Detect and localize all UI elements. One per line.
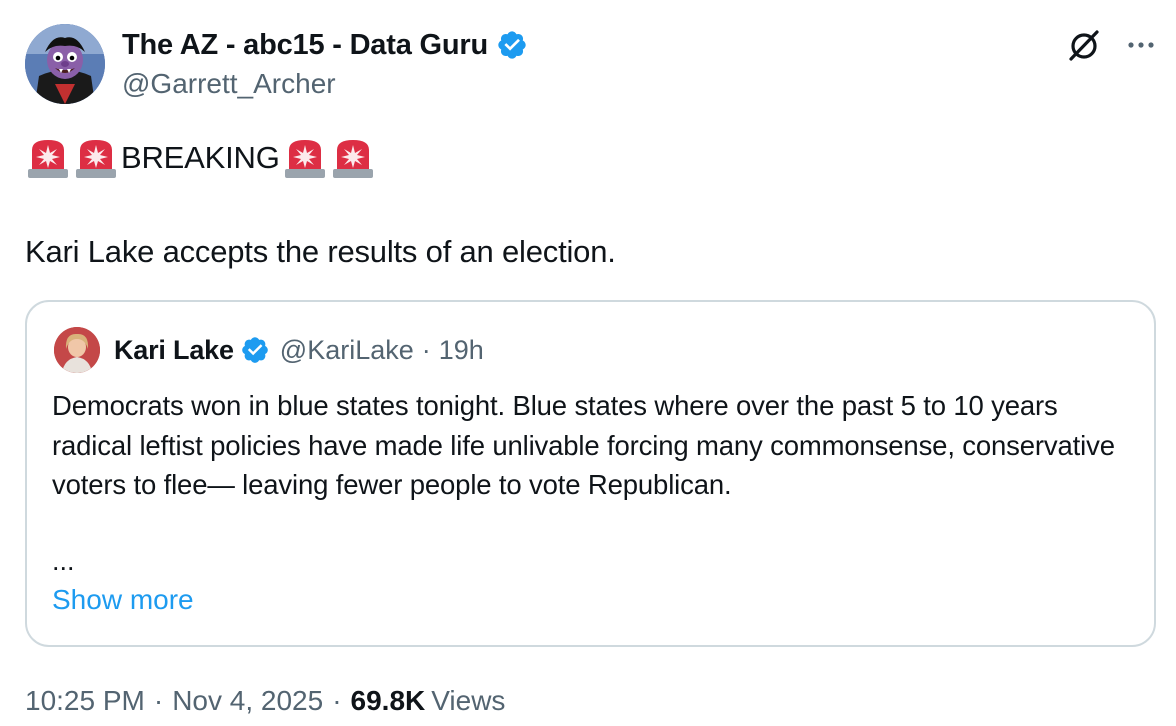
- quote-author-name[interactable]: Kari Lake: [114, 335, 234, 366]
- quote-author-avatar[interactable]: [54, 327, 100, 373]
- quote-author-handle[interactable]: @KariLake: [280, 335, 414, 366]
- tweet-time[interactable]: 10:25 PM: [25, 685, 145, 717]
- tweet-meta: 10:25 PM · Nov 4, 2025 · 69.8K Views: [25, 682, 505, 720]
- grok-icon[interactable]: [1066, 27, 1102, 63]
- police-car-light-icon: [76, 140, 116, 178]
- show-more-link[interactable]: Show more: [52, 584, 194, 616]
- meta-separator: ·: [332, 685, 342, 716]
- quote-body: Democrats won in blue states tonight. Bl…: [52, 390, 1115, 500]
- more-icon[interactable]: [1124, 28, 1158, 62]
- quote-header: Kari Lake @KariLake · 19h: [54, 327, 484, 373]
- quote-separator: ·: [421, 334, 431, 365]
- author-handle[interactable]: @Garrett_Archer: [122, 68, 336, 100]
- author-name-row: The AZ - abc15 - Data Guru: [122, 26, 528, 64]
- quote-timestamp[interactable]: 19h: [439, 335, 484, 366]
- tweet: The AZ - abc15 - Data Guru @Garrett_Arch…: [0, 0, 1176, 726]
- breaking-text: BREAKING: [121, 140, 280, 175]
- avatar-photo-icon: [54, 327, 100, 373]
- police-car-light-icon: [332, 140, 373, 178]
- tweet-date[interactable]: Nov 4, 2025: [172, 685, 323, 717]
- verified-badge-icon: [241, 337, 268, 363]
- avatar-count-character-icon: [25, 24, 105, 104]
- breaking-line: BREAKING: [25, 136, 378, 180]
- quote-tweet-card[interactable]: Kari Lake @KariLake · 19h Democrats won …: [25, 300, 1156, 647]
- police-car-light-icon: [284, 140, 325, 178]
- views-label: Views: [431, 685, 506, 716]
- author-avatar[interactable]: [25, 24, 105, 104]
- police-car-light-icon: [28, 140, 68, 178]
- quote-ellipsis: ...: [52, 546, 75, 576]
- author-display-name[interactable]: The AZ - abc15 - Data Guru: [122, 29, 488, 62]
- tweet-body: Kari Lake accepts the results of an elec…: [25, 234, 616, 269]
- meta-separator: ·: [153, 685, 164, 716]
- verified-badge-icon: [498, 31, 526, 59]
- views-count[interactable]: 69.8K: [351, 685, 426, 717]
